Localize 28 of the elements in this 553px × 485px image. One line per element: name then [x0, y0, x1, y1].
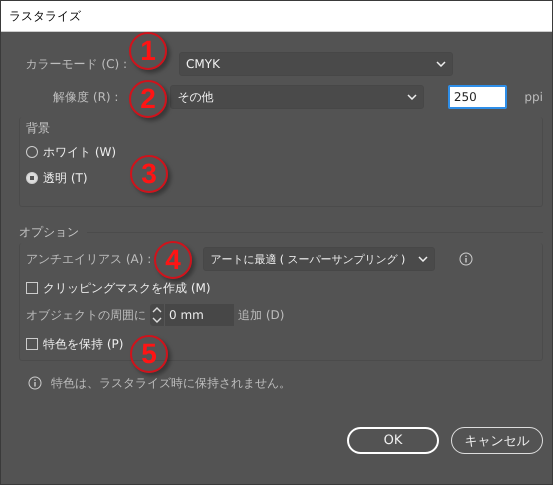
annotation-marker: 3: [130, 155, 168, 193]
section-title: 背景: [26, 120, 50, 136]
color-mode-dropdown[interactable]: CMYK: [179, 52, 453, 76]
info-icon: [459, 252, 474, 266]
stepper-arrows-icon: [150, 305, 164, 325]
padding-stepper[interactable]: 0 mm: [150, 304, 234, 326]
resolution-label: 解像度 (R) :: [52, 88, 118, 106]
color-mode-label: カラーモード (C) :: [24, 56, 127, 72]
ppi-input[interactable]: 250: [448, 85, 508, 109]
cancel-button[interactable]: キャンセル: [451, 427, 543, 454]
ok-button[interactable]: OK: [347, 427, 439, 454]
resolution-dropdown[interactable]: その他: [170, 85, 424, 109]
info-icon: [28, 376, 42, 390]
section-title: オプション: [19, 224, 79, 240]
annotation-marker: 5: [130, 335, 168, 373]
padding-label: オブジェクトの周囲に: [26, 306, 146, 324]
annotation-marker: 1: [129, 32, 167, 70]
chevron-down-icon: [436, 61, 446, 67]
ppi-unit: ppi: [524, 90, 543, 104]
padding-suffix: 追加 (D): [238, 306, 284, 324]
chevron-down-icon: [406, 94, 417, 100]
window-title: ラスタライズ: [9, 8, 81, 24]
annotation-marker: 4: [154, 241, 192, 279]
antialias-dropdown[interactable]: アートに最適 ( スーパーサンプリング ): [203, 247, 436, 271]
info-message: 特色は、ラスタライズ時に保持されません。: [51, 374, 291, 392]
chevron-down-icon: [418, 256, 428, 262]
antialias-label: アンチエイリアス (A) :: [26, 250, 152, 268]
annotation-marker: 2: [129, 80, 167, 118]
